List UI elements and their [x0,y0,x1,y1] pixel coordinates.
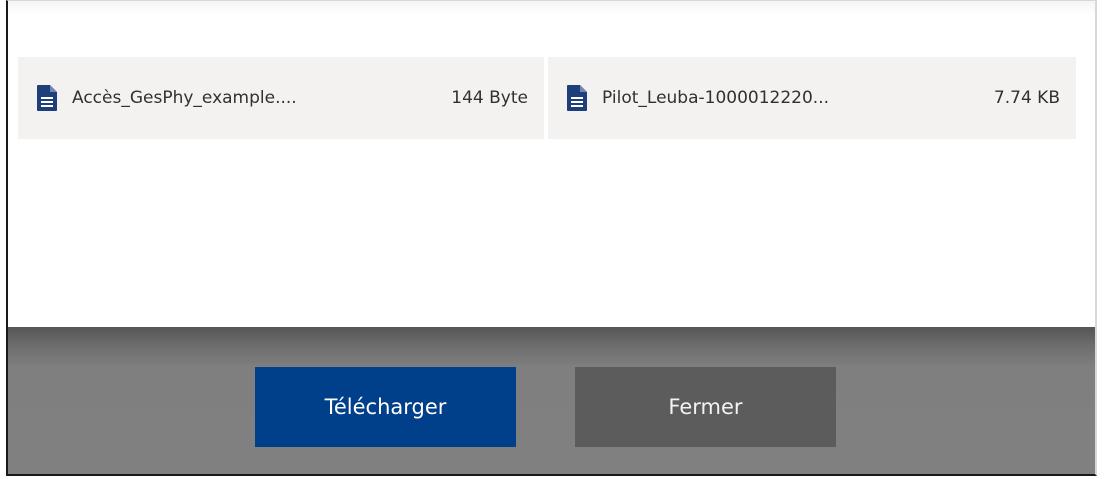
close-button[interactable]: Fermer [575,367,836,447]
document-icon [566,84,588,112]
dialog-top-edge [8,1,1095,15]
download-button[interactable]: Télécharger [255,367,516,447]
attachment-name: Pilot_Leuba-1000012220... [602,88,830,108]
document-icon [36,84,58,112]
dialog-footer: Télécharger Fermer [8,327,1095,474]
attachment-size: 144 Byte [451,88,528,108]
attachment-size: 7.74 KB [993,88,1060,108]
attachment-name: Accès_GesPhy_example.... [72,88,297,108]
dialog: Accès_GesPhy_example.... 144 Byte Pilot_… [6,0,1097,476]
attachment-item[interactable]: Accès_GesPhy_example.... 144 Byte [18,57,544,139]
attachment-item[interactable]: Pilot_Leuba-1000012220... 7.74 KB [548,57,1076,139]
attachment-list: Accès_GesPhy_example.... 144 Byte Pilot_… [18,57,1076,139]
